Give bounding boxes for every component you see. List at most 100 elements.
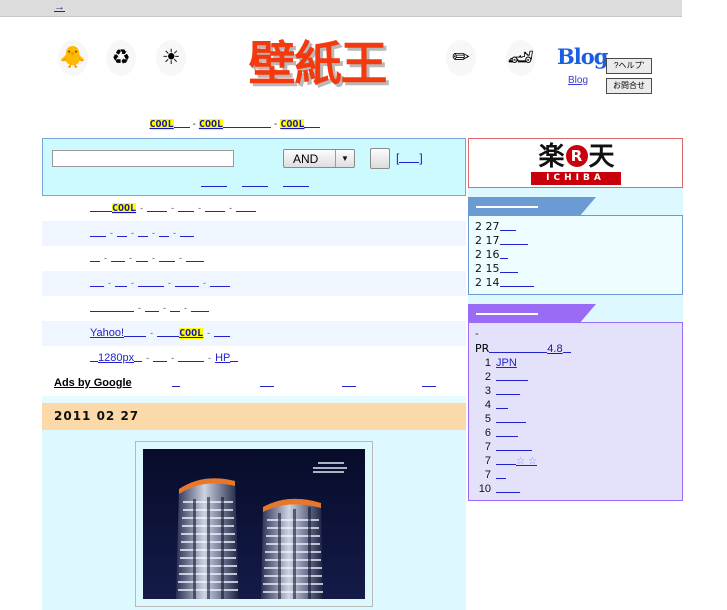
rank-link[interactable] <box>496 399 508 411</box>
list-item[interactable] <box>153 352 168 364</box>
list-item[interactable] <box>191 302 209 314</box>
list-item-1280px[interactable]: 1280px <box>90 352 143 364</box>
list-item[interactable]: 7 <box>475 440 682 454</box>
rank-label: JPN <box>496 357 517 369</box>
cool-nav-item-3[interactable]: COOL <box>280 118 321 130</box>
list-item[interactable]: 2 16 <box>475 248 682 262</box>
list-item[interactable] <box>178 352 205 364</box>
header-icon-car[interactable]: 🏎 <box>504 40 538 94</box>
list-item[interactable]: 2 <box>475 370 682 384</box>
rank-link[interactable]: JPN <box>496 357 517 369</box>
search-operator-select[interactable]: AND ▼ <box>283 149 355 168</box>
ad-slot-3[interactable] <box>342 371 356 396</box>
list-item[interactable] <box>136 252 148 264</box>
list-item[interactable] <box>236 202 257 214</box>
news-link[interactable] <box>499 277 534 289</box>
rank-link[interactable]: ☆ ☆ <box>496 455 537 467</box>
rakuten-ichiba-banner[interactable]: 楽R天 ICHIBA <box>468 138 683 188</box>
header-icon-pencil[interactable]: ✏ <box>444 40 478 94</box>
list-item[interactable]: 10 <box>475 482 682 496</box>
list-item[interactable] <box>117 227 127 239</box>
search-sublink-3[interactable] <box>277 175 315 189</box>
rank-link[interactable] <box>496 483 520 495</box>
header-icon-bird[interactable]: 🐥 <box>56 40 90 94</box>
table-row[interactable]: --- <box>42 296 466 321</box>
list-item[interactable] <box>90 252 100 264</box>
header-icon-bird-label <box>56 84 90 94</box>
rank-link[interactable] <box>496 413 526 425</box>
list-item[interactable] <box>178 202 195 214</box>
list-item[interactable] <box>138 277 164 289</box>
search-input[interactable] <box>52 150 234 167</box>
ad-slot-2[interactable] <box>260 371 274 396</box>
list-item[interactable]: 5 <box>475 412 682 426</box>
news-link[interactable] <box>499 221 516 233</box>
ad-slot-1[interactable] <box>172 371 180 396</box>
list-item[interactable] <box>214 327 231 339</box>
cool-nav-item-1[interactable]: COOL <box>149 118 190 130</box>
table-row[interactable]: COOL - - - - <box>42 196 466 221</box>
list-item[interactable]: 2 14 <box>475 276 682 290</box>
table-row[interactable]: Yahoo! - COOL - <box>42 321 466 346</box>
help-button[interactable]: ?ヘルプ' <box>606 58 652 74</box>
list-item[interactable] <box>111 252 125 264</box>
search-submit-button[interactable] <box>370 148 390 169</box>
contact-button[interactable]: お問合せ <box>606 78 652 94</box>
top-breadcrumb-link[interactable]: → <box>54 1 126 13</box>
header-icon-sun[interactable]: ☀ <box>154 40 188 94</box>
rank-link[interactable] <box>496 371 528 383</box>
ad-slot-4[interactable] <box>422 371 436 396</box>
list-item[interactable] <box>170 302 180 314</box>
wallpaper-frame[interactable] <box>135 441 373 607</box>
news-link[interactable] <box>499 235 528 247</box>
list-item[interactable]: 2 15 <box>475 262 682 276</box>
list-item[interactable] <box>147 202 168 214</box>
search-option-link[interactable]: [] <box>396 151 423 165</box>
list-item[interactable] <box>90 302 134 314</box>
table-row[interactable]: ---- <box>42 221 466 246</box>
list-item[interactable] <box>210 277 230 289</box>
star-icon: ☆ <box>516 456 525 467</box>
list-item[interactable] <box>90 227 106 239</box>
list-item[interactable]: 7 <box>475 468 682 482</box>
chevron-down-icon: ▼ <box>335 150 354 167</box>
race-car-icon: 🏎 <box>506 40 536 76</box>
list-item[interactable]: 7 ☆ ☆ <box>475 454 682 468</box>
list-item[interactable] <box>159 252 175 264</box>
list-item[interactable]: COOL <box>90 202 137 214</box>
pagerank-link[interactable]: 4.8 <box>489 343 571 355</box>
list-item[interactable]: 2 27 <box>475 220 682 234</box>
list-item[interactable] <box>159 227 169 239</box>
table-row[interactable]: ---- <box>42 271 466 296</box>
list-item-yahoo[interactable]: Yahoo! <box>90 327 147 339</box>
list-item[interactable] <box>138 227 148 239</box>
list-item[interactable]: COOL <box>157 327 204 339</box>
search-sublink-1[interactable] <box>195 175 233 189</box>
blog-link[interactable]: Blog Blog <box>557 44 608 86</box>
list-item[interactable]: 2 17 <box>475 234 682 248</box>
news-link[interactable] <box>499 249 508 261</box>
search-sublink-2[interactable] <box>236 175 274 189</box>
table-row[interactable]: 1280px - - - HP <box>42 346 466 371</box>
rank-link[interactable] <box>496 385 520 397</box>
news-link[interactable] <box>499 263 518 275</box>
list-item[interactable] <box>180 227 194 239</box>
list-item[interactable] <box>205 202 226 214</box>
list-item-hp[interactable]: HP <box>215 352 239 364</box>
list-item[interactable] <box>145 302 159 314</box>
rank-link[interactable] <box>496 427 518 439</box>
rank-link[interactable] <box>496 469 506 481</box>
header-icon-recycle[interactable]: ♻ <box>104 40 138 94</box>
list-item[interactable]: 1 JPN <box>475 356 682 370</box>
list-item[interactable] <box>90 277 104 289</box>
rank-link[interactable] <box>496 441 532 453</box>
list-item[interactable] <box>186 252 204 264</box>
list-item[interactable] <box>175 277 199 289</box>
list-item[interactable]: 4 <box>475 398 682 412</box>
cool-nav-item-2[interactable]: COOL <box>198 118 272 130</box>
table-row[interactable]: ---- <box>42 246 466 271</box>
list-item[interactable]: 6 <box>475 426 682 440</box>
list-item[interactable] <box>115 277 127 289</box>
night-skyscrapers-photo[interactable] <box>143 449 365 599</box>
list-item[interactable]: 3 <box>475 384 682 398</box>
